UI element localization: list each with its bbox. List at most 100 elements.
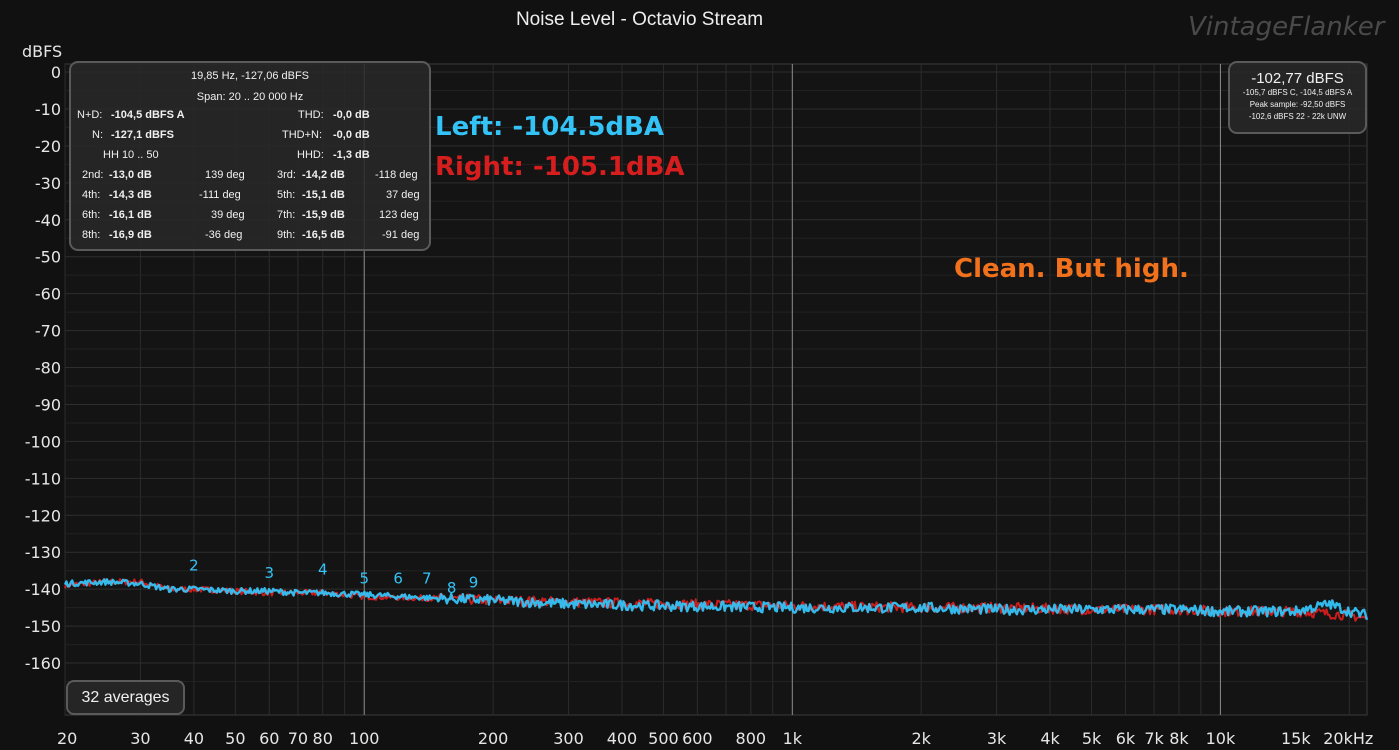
x-tick-label: 40 [184, 729, 204, 748]
y-tick-label: -20 [35, 137, 61, 156]
x-tick-label: 15k [1281, 729, 1311, 748]
x-tick-label: 100 [349, 729, 380, 748]
h5-label: 5th: [277, 189, 296, 201]
y-tick-label: -130 [25, 543, 61, 562]
x-tick-label: 5k [1082, 729, 1102, 748]
h8-label: 8th: [82, 229, 101, 241]
chart-title: Noise Level - Octavio Stream [515, 9, 764, 30]
x-tick-label: 300 [553, 729, 584, 748]
x-tick-label: 7k [1144, 729, 1164, 748]
y-tick-label: -60 [35, 285, 61, 304]
x-tick-label: 600 [682, 729, 713, 748]
harmonic-row: 2nd: -13,0 dB 139 deg 3rd: -14,2 dB -118… [71, 169, 429, 187]
h8-value: -16,9 dB [109, 229, 152, 241]
level-main: -102,77 dBFS [1251, 70, 1344, 87]
hh-range: HH 10 .. 50 [103, 149, 159, 161]
x-tick-label: 10k [1206, 729, 1236, 748]
nd-value: -104,5 dBFS A [111, 109, 185, 121]
y-tick-label: -10 [35, 100, 61, 119]
harmonic-row: 4th: -14,3 dB -111 deg 5th: -15,1 dB 37 … [71, 189, 429, 207]
annotation-right: Right: -105.1dBA [435, 152, 685, 182]
h4-label: 4th: [82, 189, 101, 201]
level-unweighted: -102,6 dBFS 22 - 22k UNW [1248, 112, 1347, 121]
level-weighted: -105,7 dBFS C, -104,5 dBFS A [1242, 88, 1353, 97]
watermark: VintageFlanker [1188, 12, 1385, 42]
harmonic-marker: 5 [359, 570, 369, 588]
y-tick-label: -150 [25, 617, 61, 636]
y-axis-ticks: 0 -10 -20 -30 -40 -50 -60 -70 -80 -90 -100 -110 -120… [25, 63, 61, 673]
y-tick-label: -160 [25, 654, 61, 673]
h6-label: 6th: [82, 209, 101, 221]
h4-phase: -111 deg [199, 189, 241, 201]
x-tick-label: 70 [288, 729, 308, 748]
h3-label: 3rd: [277, 169, 296, 181]
n-value: -127,1 dBFS [111, 129, 174, 141]
thd-label: THD: [298, 109, 324, 121]
h4-value: -14,3 dB [109, 189, 152, 201]
x-tick-label: 2k [911, 729, 931, 748]
nd-label: N+D: [77, 109, 103, 121]
harmonic-marker: 4 [318, 560, 328, 578]
thd-value: -0,0 dB [333, 109, 370, 121]
h6-phase: 39 deg [211, 209, 245, 221]
h6-value: -16,1 dB [109, 209, 152, 221]
h3-value: -14,2 dB [302, 169, 345, 181]
x-tick-label: 200 [478, 729, 509, 748]
stats-row: N: -127,1 dBFS THD+N: -0,0 dB [71, 129, 429, 147]
stats-row: HH 10 .. 50 HHD: -1,3 dB [71, 149, 429, 167]
x-tick-label: 60 [259, 729, 279, 748]
h2-label: 2nd: [82, 169, 104, 181]
harmonic-marker: 9 [469, 573, 479, 591]
annotation-left: Left: -104.5dBA [435, 112, 664, 142]
hhd-label: HHD: [297, 149, 324, 161]
stats-row: N+D: -104,5 dBFS A THD: -0,0 dB [71, 109, 429, 127]
x-tick-label: 400 [607, 729, 638, 748]
h3-phase: -118 deg [375, 169, 418, 181]
harmonic-row: 8th: -16,9 dB -36 deg 9th: -16,5 dB -91 … [71, 229, 429, 247]
h5-value: -15,1 dB [302, 189, 345, 201]
thdn-label: THD+N: [282, 129, 323, 141]
y-tick-label: 0 [51, 63, 61, 82]
span-readout: Span: 20 .. 20 000 Hz [196, 91, 304, 103]
harmonic-marker: 7 [422, 570, 432, 588]
x-tick-label: 3k [987, 729, 1007, 748]
y-tick-label: -100 [25, 432, 61, 451]
h7-value: -15,9 dB [302, 209, 345, 221]
y-axis-label: dBFS [22, 42, 63, 61]
y-tick-label: -80 [35, 359, 61, 378]
x-tick-label: 50 [225, 729, 245, 748]
h8-phase: -36 deg [205, 229, 243, 241]
annotation-comment: Clean. But high. [954, 254, 1189, 284]
n-label: N: [92, 129, 103, 141]
x-tick-label: 80 [313, 729, 333, 748]
x-tick-label: 20 [57, 729, 77, 748]
y-tick-label: -30 [35, 174, 61, 193]
harmonic-marker: 6 [393, 570, 403, 588]
hhd-value: -1,3 dB [333, 149, 370, 161]
harmonic-marker: 8 [447, 579, 457, 597]
x-axis-ticks: 20 30 40 50 60 70 80 100 200 300 400 500 600 800 1k 2k 3… [57, 729, 1373, 748]
x-tick-label: 4k [1040, 729, 1060, 748]
harmonic-marker: 3 [264, 564, 274, 582]
y-tick-label: -70 [35, 322, 61, 341]
y-tick-label: -140 [25, 580, 61, 599]
x-tick-label: 1k [783, 729, 803, 748]
level-panel: -102,77 dBFS -105,7 dBFS C, -104,5 dBFS … [1228, 61, 1367, 134]
stats-panel: 19,85 Hz, -127,06 dBFS Span: 20 .. 20 00… [69, 61, 431, 251]
averages-button[interactable]: 32 averages [66, 680, 185, 715]
h5-phase: 37 deg [386, 189, 420, 201]
h2-value: -13,0 dB [109, 169, 152, 181]
h9-label: 9th: [277, 229, 296, 241]
x-tick-label: 30 [130, 729, 150, 748]
harmonic-row: 6th: -16,1 dB 39 deg 7th: -15,9 dB 123 d… [71, 209, 429, 227]
y-tick-label: -90 [35, 395, 61, 414]
x-tick-label: 800 [736, 729, 767, 748]
y-tick-label: -120 [25, 506, 61, 525]
harmonic-marker: 2 [189, 557, 199, 575]
x-tick-label: 6k [1116, 729, 1136, 748]
h7-phase: 123 deg [379, 209, 419, 221]
thdn-value: -0,0 dB [333, 129, 370, 141]
h9-value: -16,5 dB [302, 229, 345, 241]
h7-label: 7th: [277, 209, 296, 221]
h9-phase: -91 deg [382, 229, 420, 241]
